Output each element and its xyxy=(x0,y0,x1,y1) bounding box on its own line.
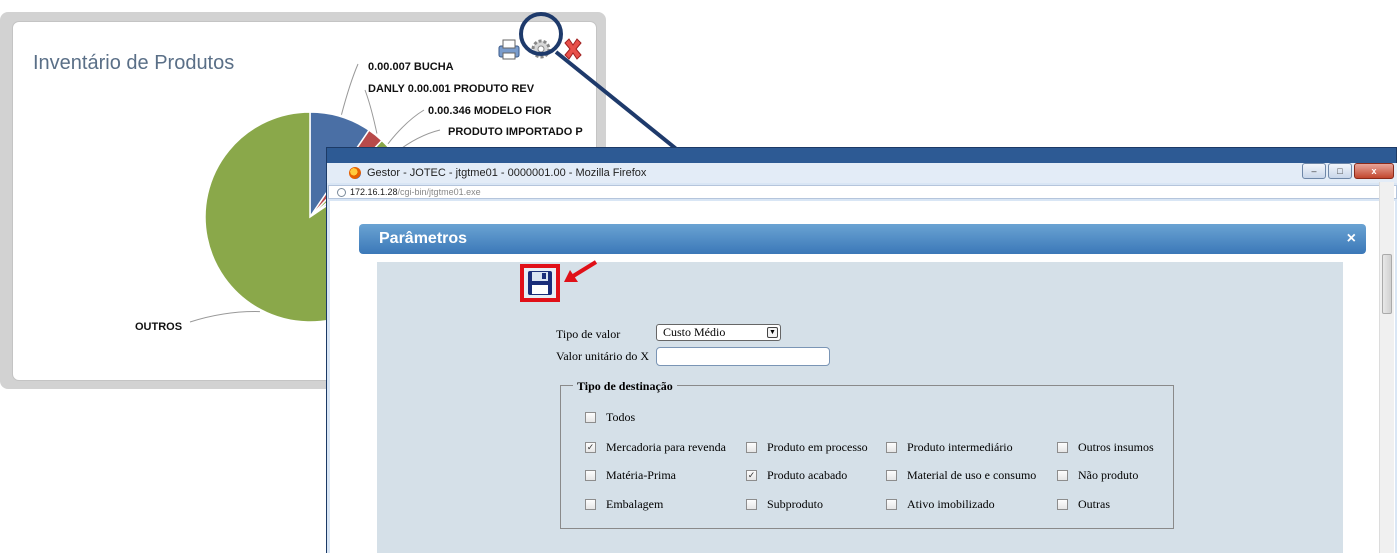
checkbox-subproduto[interactable]: Subproduto xyxy=(746,497,823,512)
checkbox-produto-em-processo[interactable]: Produto em processo xyxy=(746,440,868,455)
checkbox-nao-produto[interactable]: Não produto xyxy=(1057,468,1138,483)
red-arrow-annotation xyxy=(564,260,598,282)
valor-unitario-label: Valor unitário do X xyxy=(556,349,649,363)
screenshot-stage: Inventário de Produtos 0.00.007 BUCHA DA… xyxy=(0,0,1397,553)
save-button[interactable] xyxy=(520,264,560,302)
checkbox-outros-insumos[interactable]: Outros insumos xyxy=(1057,440,1154,455)
floppy-disk-icon xyxy=(528,271,552,295)
tipo-valor-select[interactable]: Custo Médio ▼ xyxy=(656,324,781,341)
checkbox-produto-acabado[interactable]: ✓ Produto acabado xyxy=(746,468,847,483)
checkbox-produto-intermediario[interactable]: Produto intermediário xyxy=(886,440,1013,455)
checkbox-materia-prima[interactable]: Matéria-Prima xyxy=(585,468,676,483)
checkbox-box[interactable] xyxy=(1057,499,1068,510)
checkbox-label: Embalagem xyxy=(606,497,664,511)
checkbox-box[interactable] xyxy=(585,470,596,481)
dialog-title: Parâmetros xyxy=(379,230,468,247)
checkbox-box[interactable] xyxy=(746,442,757,453)
scrollbar-thumb[interactable] xyxy=(1382,254,1392,314)
checkbox-todos[interactable]: Todos xyxy=(585,410,635,425)
checkbox-outras[interactable]: Outras xyxy=(1057,497,1110,512)
checkbox-label: Material de uso e consumo xyxy=(907,468,1037,482)
checkbox-box[interactable] xyxy=(886,442,897,453)
checkbox-box[interactable] xyxy=(1057,442,1068,453)
checkbox-box[interactable]: ✓ xyxy=(746,470,757,481)
checkbox-label: Outras xyxy=(1078,497,1110,511)
checkbox-box[interactable] xyxy=(1057,470,1068,481)
checkbox-label: Não produto xyxy=(1078,468,1139,482)
checkbox-box[interactable] xyxy=(886,499,897,510)
checkbox-label: Ativo imobilizado xyxy=(907,497,995,511)
checkbox-box[interactable] xyxy=(585,412,596,423)
checkbox-label: Produto acabado xyxy=(767,468,848,482)
dialog-close-icon[interactable]: × xyxy=(1347,230,1356,248)
destinacao-legend: Tipo de destinação xyxy=(573,379,677,394)
checkbox-box[interactable] xyxy=(746,499,757,510)
checkbox-label: Produto intermediário xyxy=(907,440,1013,454)
checkbox-label: Outros insumos xyxy=(1078,440,1154,454)
vertical-scrollbar[interactable] xyxy=(1379,182,1394,553)
valor-unitario-input[interactable] xyxy=(656,347,830,366)
dialog-header: Parâmetros × xyxy=(359,224,1366,254)
checkbox-ativo-imobilizado[interactable]: Ativo imobilizado xyxy=(886,497,995,512)
checkbox-label: Todos xyxy=(606,410,636,424)
checkbox-label: Produto em processo xyxy=(767,440,868,454)
checkbox-box[interactable] xyxy=(585,499,596,510)
checkbox-mercadoria-revenda[interactable]: ✓ Mercadoria para revenda xyxy=(585,440,726,455)
checkbox-box[interactable] xyxy=(886,470,897,481)
checkbox-box[interactable]: ✓ xyxy=(585,442,596,453)
checkbox-material-uso-consumo[interactable]: Material de uso e consumo xyxy=(886,468,1036,483)
tipo-valor-selected: Custo Médio xyxy=(663,325,726,339)
chevron-down-icon: ▼ xyxy=(767,327,778,338)
checkbox-label: Matéria-Prima xyxy=(606,468,676,482)
checkbox-label: Mercadoria para revenda xyxy=(606,440,726,454)
checkbox-embalagem[interactable]: Embalagem xyxy=(585,497,663,512)
tipo-valor-label: Tipo de valor xyxy=(556,327,621,341)
checkbox-label: Subproduto xyxy=(767,497,824,511)
